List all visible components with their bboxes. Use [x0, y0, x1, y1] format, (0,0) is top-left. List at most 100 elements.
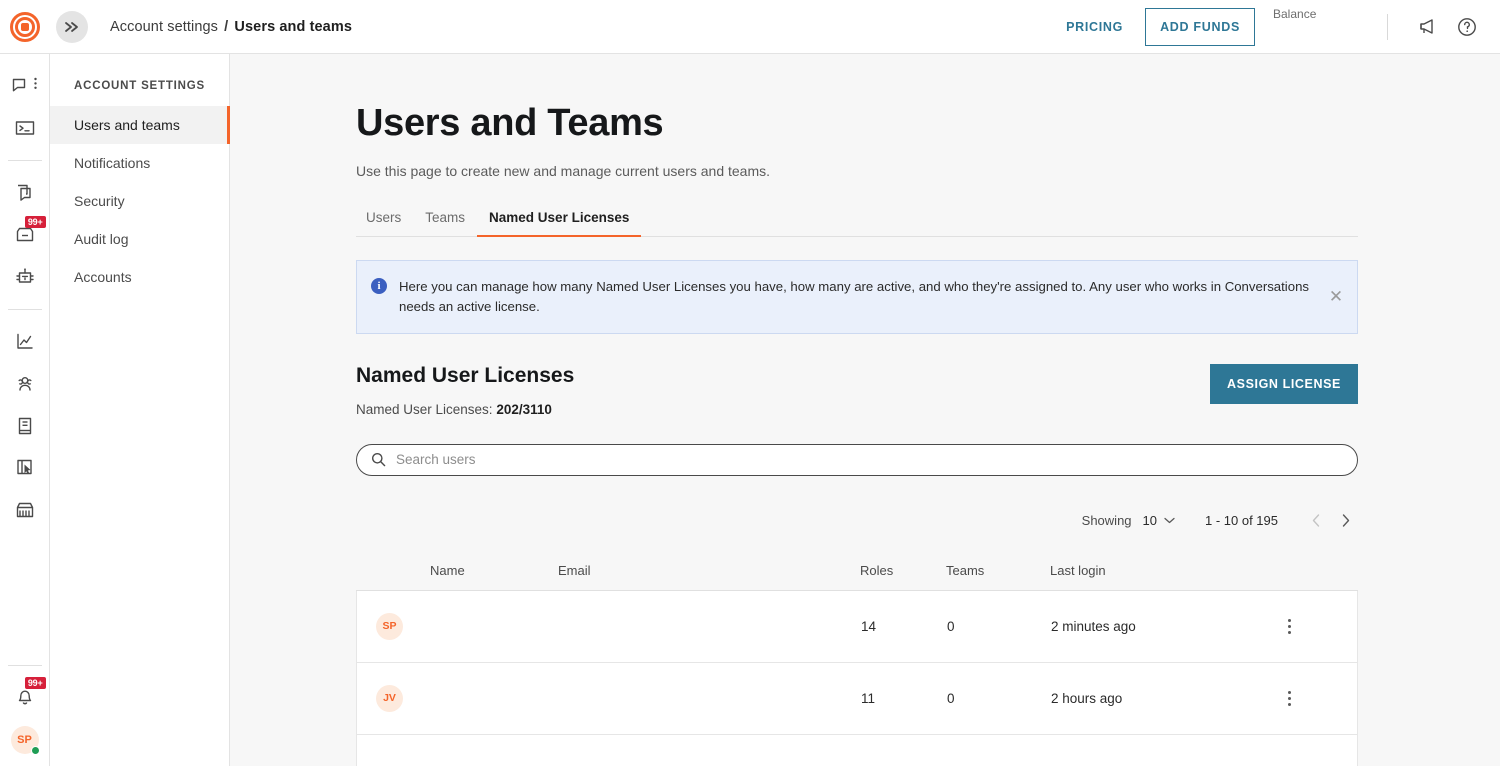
main-content: Users and Teams Use this page to create … — [230, 54, 1500, 766]
info-icon: i — [371, 278, 387, 294]
column-header-last-login: Last login — [1050, 563, 1220, 578]
rail-item-knowledge-book[interactable] — [5, 406, 45, 446]
cell-last-login: 2 hours ago — [1051, 691, 1221, 706]
page-subtitle: Use this page to create new and manage c… — [356, 163, 1358, 179]
column-header-email: Email — [558, 563, 860, 578]
info-banner: i Here you can manage how many Named Use… — [356, 260, 1358, 334]
cell-roles: 11 — [861, 691, 947, 706]
rail-item-bot[interactable] — [5, 257, 45, 297]
double-chevron-right-icon[interactable] — [56, 11, 88, 43]
chevron-down-icon — [1164, 517, 1175, 524]
tab-teams[interactable]: Teams — [413, 210, 477, 236]
rail-item-conversations[interactable] — [5, 66, 45, 106]
column-header-name: Name — [356, 563, 558, 578]
row-avatar-initials: SP — [382, 620, 396, 632]
add-funds-button[interactable]: ADD FUNDS — [1145, 8, 1255, 46]
cell-last-login: 2 minutes ago — [1051, 619, 1221, 634]
top-bar: Account settings / Users and teams PRICI… — [0, 0, 1500, 54]
sidebar-item-accounts[interactable]: Accounts — [50, 258, 229, 296]
cell-actions — [1221, 685, 1357, 712]
page-size-select[interactable]: 10 — [1143, 513, 1175, 528]
megaphone-icon[interactable] — [1410, 10, 1444, 44]
users-table: Name Email Roles Teams Last login SP — [356, 551, 1358, 766]
balance-display: Balance — [1273, 7, 1373, 47]
breadcrumb-parent[interactable]: Account settings — [110, 19, 218, 35]
cell-name: JV — [357, 685, 559, 712]
sidebar-item-audit-log[interactable]: Audit log — [50, 220, 229, 258]
kebab-menu-icon[interactable] — [1282, 613, 1297, 640]
cell-actions — [1221, 613, 1357, 640]
rail-item-panel-cursor[interactable] — [5, 448, 45, 488]
icon-rail: 99+ — [0, 54, 50, 766]
sidebar-item-security[interactable]: Security — [50, 182, 229, 220]
search-icon — [371, 452, 386, 467]
column-header-roles: Roles — [860, 563, 946, 578]
showing-label: Showing — [1082, 513, 1132, 528]
table-header-row: Name Email Roles Teams Last login — [356, 551, 1358, 591]
table-row[interactable]: JV 11 0 2 hours ago — [356, 663, 1358, 735]
sidebar-item-users-and-teams[interactable]: Users and teams — [50, 106, 229, 144]
row-avatar-initials: JV — [383, 692, 396, 704]
tab-named-user-licenses[interactable]: Named User Licenses — [477, 210, 641, 236]
rail-item-people[interactable] — [5, 364, 45, 404]
avatar[interactable]: SP — [11, 726, 39, 754]
column-header-teams: Teams — [946, 563, 1050, 578]
subnav-title: ACCOUNT SETTINGS — [50, 80, 229, 106]
top-bar-actions: PRICING ADD FUNDS Balance — [1056, 0, 1500, 53]
row-avatar: SP — [376, 613, 403, 640]
rail-divider-1 — [8, 160, 42, 161]
pricing-link[interactable]: PRICING — [1056, 14, 1133, 40]
balance-label: Balance — [1273, 7, 1373, 21]
app-shell: 99+ — [0, 54, 1500, 766]
bell-icon[interactable]: 99+ — [5, 676, 45, 716]
rail-divider-2 — [8, 309, 42, 310]
license-count-label: Named User Licenses: — [356, 402, 493, 417]
page-size-value: 10 — [1143, 513, 1157, 528]
rail-item-marketplace[interactable] — [5, 490, 45, 530]
cell-teams: 0 — [947, 691, 1051, 706]
info-banner-text: Here you can manage how many Named User … — [399, 277, 1319, 317]
chevron-left-icon[interactable] — [1304, 509, 1328, 533]
breadcrumb-separator: / — [224, 19, 228, 35]
rail-item-copy-chat[interactable] — [5, 173, 45, 213]
breadcrumb-current: Users and teams — [234, 19, 352, 35]
header-divider — [1387, 14, 1388, 40]
app-logo[interactable] — [10, 12, 40, 42]
table-row[interactable]: SP 14 0 2 minutes ago — [356, 591, 1358, 663]
cell-roles: 14 — [861, 619, 947, 634]
section-header: Named User Licenses Named User Licenses:… — [356, 364, 1358, 417]
table-row[interactable] — [356, 735, 1358, 766]
assign-license-button[interactable]: ASSIGN LICENSE — [1210, 364, 1358, 404]
cell-name: SP — [357, 613, 559, 640]
page-title: Users and Teams — [356, 102, 1358, 145]
presence-online-dot — [31, 746, 40, 755]
row-avatar: JV — [376, 685, 403, 712]
section-title: Named User Licenses — [356, 364, 574, 388]
bell-badge: 99+ — [25, 677, 46, 689]
account-settings-nav: ACCOUNT SETTINGS Users and teams Notific… — [50, 54, 230, 766]
rail-item-inbox[interactable]: 99+ — [5, 215, 45, 255]
chevron-right-icon[interactable] — [1334, 509, 1358, 533]
section-header-left: Named User Licenses Named User Licenses:… — [356, 364, 574, 417]
license-count: Named User Licenses: 202/3110 — [356, 402, 574, 417]
brand-zone — [0, 12, 50, 42]
tab-users[interactable]: Users — [356, 210, 413, 236]
inbox-badge: 99+ — [25, 216, 46, 228]
help-circle-icon[interactable] — [1450, 10, 1484, 44]
rail-item-terminal[interactable] — [5, 108, 45, 148]
avatar-initials: SP — [17, 734, 32, 746]
rail-item-analytics[interactable] — [5, 322, 45, 362]
sidebar-item-notifications[interactable]: Notifications — [50, 144, 229, 182]
license-count-value: 202/3110 — [496, 402, 552, 417]
rail-divider-3 — [8, 665, 42, 666]
breadcrumb: Account settings / Users and teams — [110, 19, 352, 35]
tab-bar: Users Teams Named User Licenses — [356, 210, 1358, 237]
search-input[interactable] — [396, 452, 1343, 467]
search-users-field[interactable] — [356, 444, 1358, 476]
logo-center-square — [21, 23, 29, 31]
close-icon[interactable]: ✕ — [1327, 288, 1345, 306]
rail-bottom: 99+ SP — [0, 661, 49, 766]
kebab-menu-icon[interactable] — [1282, 685, 1297, 712]
cell-teams: 0 — [947, 619, 1051, 634]
content-column: Users and Teams Use this page to create … — [356, 102, 1358, 766]
